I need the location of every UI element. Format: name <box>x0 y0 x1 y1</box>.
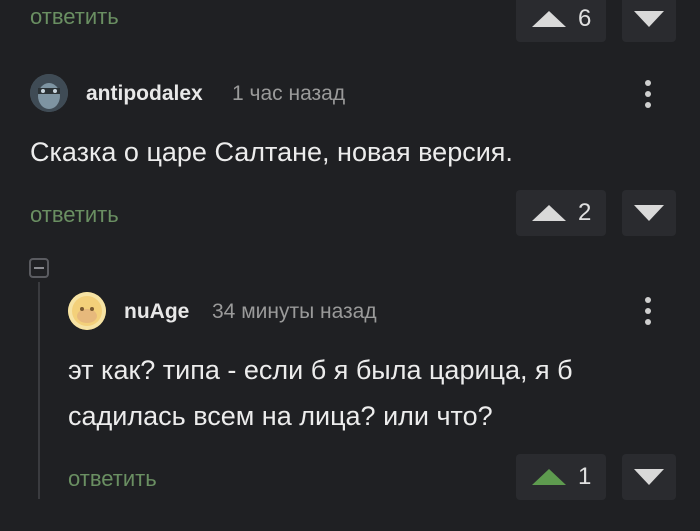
comment-time: 34 минуты назад <box>212 300 377 323</box>
comment-author[interactable]: antipodalex <box>86 82 203 106</box>
collapse-thread-icon[interactable] <box>29 258 49 278</box>
upvote-button[interactable]: 6 <box>516 0 606 42</box>
comment-text: Сказка о царе Салтане, новая версия. <box>30 137 513 167</box>
reply-link[interactable]: ответить <box>68 466 157 492</box>
upvote-icon <box>532 11 566 27</box>
downvote-button[interactable] <box>622 454 676 500</box>
downvote-button[interactable] <box>622 0 676 42</box>
more-options-icon[interactable] <box>645 80 651 108</box>
reply-link[interactable]: ответить <box>30 202 119 228</box>
upvote-icon-active <box>532 469 566 485</box>
upvote-button[interactable]: 1 <box>516 454 606 500</box>
thread-line[interactable] <box>38 282 40 499</box>
upvote-button[interactable]: 2 <box>516 190 606 236</box>
downvote-icon <box>634 11 664 27</box>
comment-author[interactable]: nuAge <box>124 300 189 324</box>
avatar[interactable] <box>30 74 68 112</box>
comment-time: 1 час назад <box>232 82 346 105</box>
downvote-icon <box>634 205 664 221</box>
downvote-icon <box>634 469 664 485</box>
vote-count: 6 <box>578 5 592 32</box>
downvote-button[interactable] <box>622 190 676 236</box>
vote-count: 1 <box>578 463 592 490</box>
more-options-icon[interactable] <box>645 297 651 325</box>
vote-count: 2 <box>578 199 592 226</box>
comment-text-line: эт как? типа - если б я была царица, я б <box>68 355 573 385</box>
avatar-image-icon <box>30 74 68 112</box>
avatar[interactable] <box>68 292 106 330</box>
upvote-icon <box>532 205 566 221</box>
reply-link[interactable]: ответить <box>30 4 119 30</box>
avatar-image-icon <box>68 292 106 330</box>
comment-text-line: садилась всем на лица? или что? <box>68 401 493 431</box>
